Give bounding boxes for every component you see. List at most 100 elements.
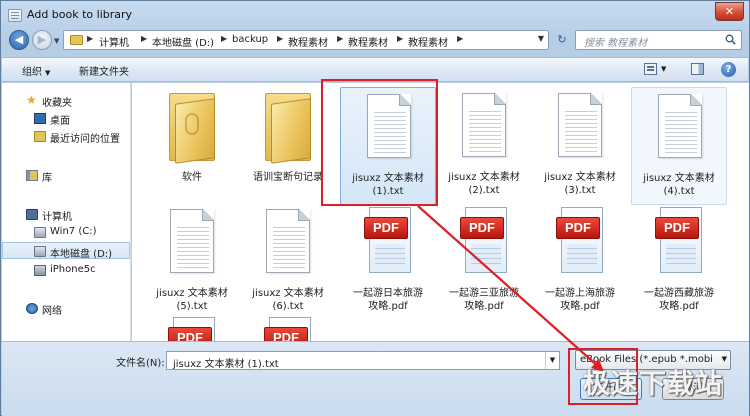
file-name-dropdown-icon[interactable]: ▼ [545, 352, 559, 369]
search-input[interactable]: 搜索 教程素材 [584, 34, 647, 49]
text-file-icon [170, 209, 214, 273]
change-view-icon[interactable] [644, 63, 657, 75]
window-title: Add book to library [27, 8, 133, 21]
breadcrumb-item[interactable]: 本地磁盘 (D:) [152, 34, 214, 49]
sidebar-item-local-disk-d[interactable]: 本地磁盘 (D:) [2, 242, 130, 260]
text-file-icon [558, 93, 602, 157]
breadcrumb-separator-icon[interactable]: ▶ [457, 34, 463, 43]
breadcrumb-separator-icon[interactable]: ▶ [337, 34, 343, 43]
sidebar-item-label: 网络 [42, 306, 62, 317]
desktop-icon [34, 113, 46, 124]
sidebar-item-label: 本地磁盘 (D:) [50, 249, 113, 260]
breadcrumb-item[interactable]: 教程素材 [348, 34, 388, 49]
file-name: jisuxz 文本素材 (6).txt [252, 288, 324, 312]
sidebar-item-recent-places[interactable]: 最近访问的位置 [2, 128, 130, 145]
folder-icon [265, 93, 311, 164]
sidebar-item-favorites[interactable]: ★ 收藏夹 [2, 92, 130, 109]
file-item-txt[interactable]: jisuxz 文本素材 (3).txt [532, 87, 628, 205]
file-item-txt[interactable]: jisuxz 文本素材 (2).txt [436, 87, 532, 205]
back-button[interactable]: ◀ [9, 30, 29, 50]
sidebar-item-libraries[interactable]: 库 [2, 167, 130, 184]
text-file-icon [266, 209, 310, 273]
file-name: 一起游上海旅游 攻略.pdf [545, 288, 615, 312]
text-file-icon [658, 94, 702, 158]
navigation-bar: ◀ ▶ ▼ ▶ 计算机 ▶ 本地磁盘 (D:) ▶ backup ▶ 教程素材 … [1, 28, 749, 52]
sidebar-item-win7-c[interactable]: Win7 (C:) [2, 224, 130, 241]
organize-button[interactable]: 组织 ▼ [22, 63, 50, 78]
breadcrumb-separator-icon[interactable]: ▶ [277, 34, 283, 43]
sidebar-item-desktop[interactable]: 桌面 [2, 110, 130, 127]
address-bar[interactable]: ▶ 计算机 ▶ 本地磁盘 (D:) ▶ backup ▶ 教程素材 ▶ 教程素材… [63, 30, 549, 50]
phone-icon [34, 265, 46, 276]
star-icon: ★ [26, 93, 37, 107]
breadcrumb-separator-icon[interactable]: ▶ [221, 34, 227, 43]
close-button[interactable]: ✕ [715, 2, 744, 21]
pdf-file-icon: PDF [264, 317, 312, 341]
sidebar-item-label: iPhone5c [50, 264, 96, 275]
folder-icon [169, 93, 215, 164]
sidebar-item-label: 库 [42, 173, 52, 184]
file-item-folder[interactable]: 软件 [144, 87, 240, 205]
recent-places-icon [34, 131, 46, 142]
file-item-pdf[interactable]: PDF [144, 313, 240, 341]
pdf-file-icon: PDF [460, 207, 508, 275]
file-name: jisuxz 文本素材 (5).txt [156, 288, 228, 312]
navigation-pane: ★ 收藏夹 桌面 最近访问的位置 库 计算机 Win7 (C:) 本地磁盘 (D… [2, 83, 131, 341]
preview-pane-icon[interactable] [691, 63, 704, 75]
breadcrumb-separator-icon[interactable]: ▶ [141, 34, 147, 43]
pdf-file-icon: PDF [655, 207, 703, 275]
file-item-txt[interactable]: jisuxz 文本素材 (6).txt [240, 203, 336, 321]
pdf-file-icon: PDF [364, 207, 412, 275]
app-icon [8, 9, 22, 22]
file-item-pdf[interactable]: PDF [240, 313, 336, 341]
new-folder-button[interactable]: 新建文件夹 [79, 63, 129, 78]
breadcrumb-item[interactable]: backup [232, 34, 268, 48]
file-name-input[interactable]: jisuxz 文本素材 (1).txt ▼ [166, 351, 560, 370]
file-item-pdf[interactable]: PDF 一起游三亚旅游 攻略.pdf [436, 203, 532, 321]
file-item-pdf[interactable]: PDF 一起游上海旅游 攻略.pdf [532, 203, 628, 321]
forward-button[interactable]: ▶ [32, 30, 52, 50]
file-item-pdf[interactable]: PDF 一起游西藏旅游 攻略.pdf [631, 203, 727, 321]
computer-icon [26, 209, 38, 220]
text-file-icon [462, 93, 506, 157]
pdf-file-icon: PDF [168, 317, 216, 341]
help-icon[interactable]: ? [721, 62, 736, 77]
folder-icon [70, 35, 83, 45]
drive-icon [34, 227, 46, 238]
sidebar-item-iphone5c[interactable]: iPhone5c [2, 262, 130, 279]
sidebar-item-network[interactable]: 网络 [2, 300, 130, 317]
title-bar: Add book to library ✕ [1, 1, 749, 31]
library-icon [26, 170, 38, 181]
file-name-label: 文件名(N): [116, 358, 165, 369]
organize-label: 组织 [22, 67, 42, 78]
file-name-value: jisuxz 文本素材 (1).txt [173, 359, 279, 370]
search-box[interactable]: 搜索 教程素材 [575, 30, 742, 50]
sidebar-item-label: Win7 (C:) [50, 226, 97, 237]
pdf-file-icon: PDF [556, 207, 604, 275]
sidebar-item-label: 最近访问的位置 [50, 134, 120, 145]
file-item-txt[interactable]: jisuxz 文本素材 (5).txt [144, 203, 240, 321]
file-list: 软件 语训宝断句记录 jisuxz 文本素材 (1).txt jisuxz 文本素… [132, 83, 749, 341]
refresh-icon[interactable]: ↻ [553, 30, 571, 50]
file-item-pdf[interactable]: PDF 一起游日本旅游 攻略.pdf [340, 203, 436, 321]
file-name: 一起游西藏旅游 攻略.pdf [644, 288, 714, 312]
breadcrumb-separator-icon[interactable]: ▶ [397, 34, 403, 43]
file-name: jisuxz 文本素材 (2).txt [448, 172, 520, 196]
breadcrumb-item[interactable]: 计算机 [99, 34, 129, 49]
file-name: 一起游三亚旅游 攻略.pdf [449, 288, 519, 312]
sidebar-item-label: 收藏夹 [42, 98, 72, 109]
search-icon[interactable] [725, 34, 736, 45]
drive-icon [34, 246, 46, 257]
network-icon [26, 303, 38, 314]
file-name: 软件 [182, 172, 202, 183]
recent-pages-dropdown-icon[interactable]: ▼ [54, 37, 59, 45]
view-menu-caret-icon[interactable]: ▼ [661, 65, 666, 73]
file-name: jisuxz 文本素材 (4).txt [643, 173, 715, 197]
file-item-txt[interactable]: jisuxz 文本素材 (4).txt [631, 87, 727, 205]
sidebar-item-computer[interactable]: 计算机 [2, 206, 130, 223]
breadcrumb-item[interactable]: 教程素材 [288, 34, 328, 49]
caret-down-icon: ▼ [45, 69, 51, 77]
address-dropdown-icon[interactable]: ▼ [538, 34, 544, 43]
breadcrumb-separator-icon[interactable]: ▶ [87, 34, 93, 43]
breadcrumb-item[interactable]: 教程素材 [408, 34, 448, 49]
